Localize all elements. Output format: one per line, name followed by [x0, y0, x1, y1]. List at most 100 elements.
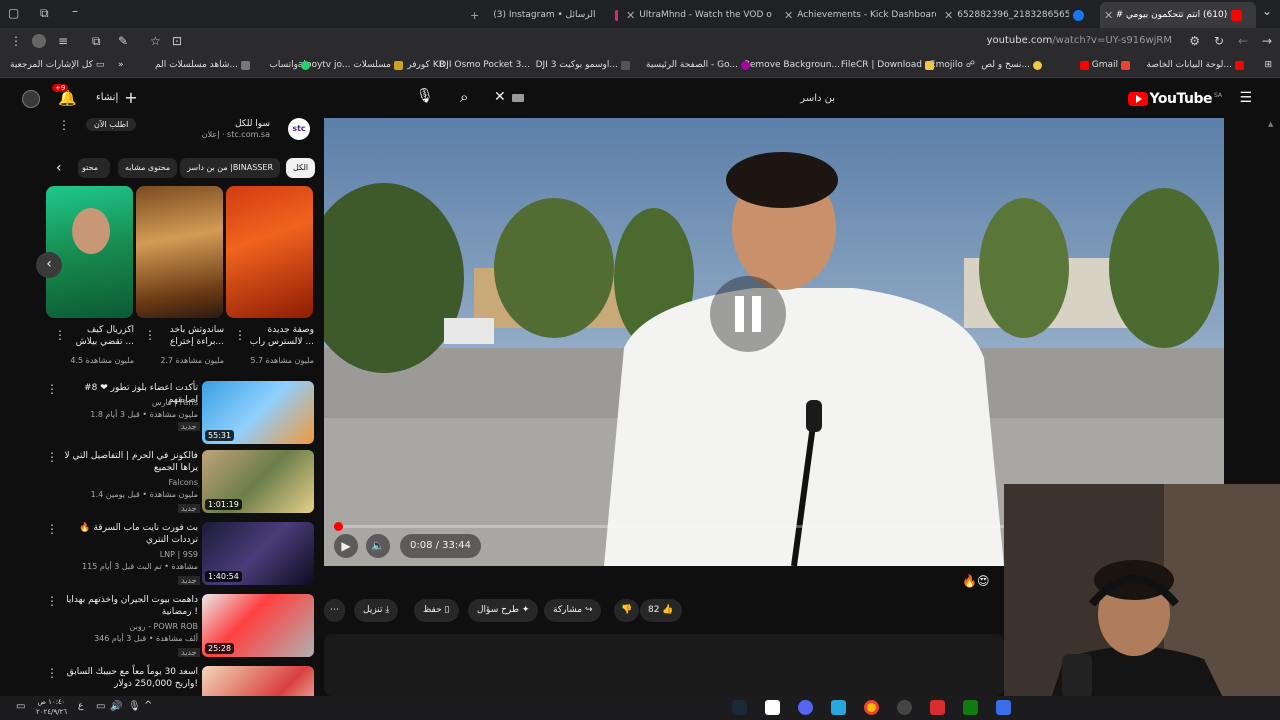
- obs-icon[interactable]: [897, 700, 912, 715]
- related-video[interactable]: 55:31 #8 ❤ تأكدت اعضاء بلوز تطور اصابقهم…: [44, 380, 316, 448]
- puzzle-icon[interactable]: ✎: [118, 34, 128, 48]
- clock[interactable]: ١٠:٤٠ ص ٢٠٢٤/٩/٢٦: [36, 697, 67, 717]
- more-options-icon[interactable]: ⋮: [234, 328, 246, 342]
- tab-facebook[interactable]: ✕ 652882396_218328656581346: [940, 2, 1096, 28]
- bookmark-item[interactable]: نسخ و لص...: [981, 60, 1042, 70]
- new-tab-icon[interactable]: +: [470, 9, 479, 22]
- description-box[interactable]: [324, 634, 1004, 696]
- close-tab-icon[interactable]: ✕: [1104, 9, 1113, 22]
- network-icon[interactable]: ▭: [96, 701, 105, 712]
- progress-bar[interactable]: [334, 522, 1004, 531]
- youtube-logo[interactable]: YouTube SA: [1127, 91, 1222, 107]
- avatar[interactable]: [32, 34, 46, 48]
- all-bookmarks[interactable]: كل الإشارات المرجعية ▭: [10, 60, 104, 70]
- tab-youtube[interactable]: ✕ (610) انتم تتحكمون بيومي #3: [1100, 2, 1256, 28]
- more-options-icon[interactable]: ⋮: [46, 522, 58, 536]
- bookmark-item[interactable]: واتساب: [269, 60, 310, 70]
- page-scrollbar[interactable]: ▲: [1268, 118, 1276, 696]
- scroll-up-icon[interactable]: ▲: [1268, 120, 1273, 128]
- language-indicator[interactable]: ع: [78, 701, 83, 711]
- back-icon[interactable]: →: [1262, 34, 1272, 48]
- chevron-down-icon[interactable]: ⌄: [1262, 4, 1272, 18]
- related-video[interactable]: اسعد 30 يوماً معاً مع حبيبك السابق واربح…: [44, 664, 316, 696]
- forward-icon[interactable]: ←: [1238, 34, 1248, 48]
- save-button[interactable]: حفظ ▯: [414, 599, 459, 622]
- app-icon[interactable]: [930, 700, 945, 715]
- bookmark-item[interactable]: لوحة البيانات الخاصة...: [1147, 60, 1244, 70]
- related-video[interactable]: 1:40:54 بث فورت نايت ماب السرقة 🔥 ترددات…: [44, 520, 316, 592]
- more-options-icon[interactable]: ⋮: [144, 328, 156, 342]
- bookmark-item[interactable]: Gmail: [1079, 60, 1130, 70]
- bookmark-item[interactable]: DJI Osmo Pocket 3...: [439, 60, 530, 70]
- discord-icon[interactable]: [798, 700, 813, 715]
- install-icon[interactable]: ⊡: [172, 34, 182, 48]
- share-button[interactable]: مشاركة ↪: [544, 599, 602, 622]
- bookmark-item[interactable]: DJI اوسمو بوكيت 3...: [536, 60, 630, 70]
- search-icon[interactable]: ⌕: [460, 88, 468, 106]
- more-options-icon[interactable]: ⋮: [54, 328, 66, 342]
- chip-all[interactable]: الكل: [286, 158, 316, 178]
- bookmark-item[interactable]: alooytv jo... مسلسلات: [298, 60, 403, 70]
- bookmark-item[interactable]: كورفر KR: [407, 60, 445, 70]
- bookmark-item[interactable]: Remove Backgroun...: [744, 60, 840, 70]
- chip-channel[interactable]: من بن داسر |BINASSER: [180, 158, 280, 178]
- download-button[interactable]: تنزيل ⤓: [354, 599, 399, 622]
- mic-tray-icon[interactable]: 🎙: [128, 701, 141, 712]
- tab-instagram[interactable]: + (3) Instagram • الرسائل: [466, 2, 618, 28]
- facebook-app-icon[interactable]: [831, 700, 846, 715]
- apps-icon[interactable]: ⊞: [1264, 60, 1272, 70]
- more-options-icon[interactable]: ⋮: [46, 594, 58, 608]
- dislike-button[interactable]: 👎: [614, 599, 640, 622]
- keyboard-icon[interactable]: [512, 94, 524, 102]
- url-field[interactable]: youtube.com/watch?v=UY-s916wjRM: [987, 35, 1172, 46]
- tab-search-icon[interactable]: ⧉: [40, 6, 49, 21]
- chrome-icon[interactable]: [864, 700, 879, 715]
- related-video[interactable]: 1:01:19 فالكونز في الحرم | التفاصيل التي…: [44, 448, 316, 520]
- progress-scrubber[interactable]: [334, 522, 343, 531]
- short-thumbnail[interactable]: [136, 186, 223, 318]
- xbox-icon[interactable]: [963, 700, 978, 715]
- chip-related[interactable]: محتوى مشابه: [118, 158, 178, 178]
- short-thumbnail[interactable]: [46, 186, 133, 318]
- steam-icon[interactable]: [732, 700, 747, 715]
- bookmark-item[interactable]: شاهد مسلسلات الم...: [155, 60, 250, 70]
- short-thumbnail[interactable]: [226, 186, 313, 318]
- more-bookmarks-icon[interactable]: »: [118, 60, 124, 70]
- close-tab-icon[interactable]: ✕: [784, 9, 793, 22]
- notifications-button[interactable]: 🔔 +9: [52, 84, 77, 107]
- app-icon[interactable]: [996, 700, 1011, 715]
- bookmark-item[interactable]: Emojilo ☍: [930, 60, 975, 70]
- mic-icon[interactable]: 🎙: [416, 88, 434, 104]
- menu-icon[interactable]: ⋮: [10, 34, 22, 48]
- search-input[interactable]: بن داسر: [505, 88, 845, 110]
- notifications-icon[interactable]: ▭: [16, 701, 25, 712]
- chevron-left-icon[interactable]: ‹: [36, 252, 62, 278]
- tray-overflow-icon[interactable]: ^: [144, 700, 152, 711]
- more-options-icon[interactable]: ⋮: [46, 450, 58, 464]
- close-tab-icon[interactable]: ✕: [944, 9, 953, 22]
- ask-button[interactable]: طرح سؤال ✦: [468, 599, 539, 622]
- hamburger-menu-icon[interactable]: ☰: [1239, 90, 1252, 106]
- speaker-icon[interactable]: 🔊: [110, 701, 122, 712]
- create-button[interactable]: إنشاء +: [96, 88, 138, 107]
- site-settings-icon[interactable]: ⚙: [1189, 34, 1200, 48]
- extensions-icon[interactable]: ≡: [58, 34, 68, 48]
- play-button[interactable]: ▶: [334, 534, 358, 558]
- star-icon[interactable]: ☆: [150, 34, 161, 48]
- clear-search-icon[interactable]: ✕: [494, 89, 506, 105]
- bookmark-item[interactable]: FileCR | Download: [841, 60, 934, 70]
- close-tab-icon[interactable]: ✕: [626, 9, 635, 22]
- related-video[interactable]: 25:28 داهمت بيوت الجيران واخذتهم بهدايا …: [44, 592, 316, 664]
- reload-icon[interactable]: ↻: [1214, 34, 1224, 48]
- sync-icon[interactable]: ⧉: [92, 34, 101, 49]
- minimize-icon[interactable]: –: [72, 4, 78, 18]
- window-menu-icon[interactable]: ▢: [8, 6, 19, 20]
- more-options-icon[interactable]: ⋮: [46, 382, 58, 396]
- volume-icon[interactable]: 🔈: [366, 534, 390, 558]
- chip-more[interactable]: محتو: [78, 158, 110, 178]
- more-options-icon[interactable]: ⋮: [46, 666, 58, 680]
- ad-card[interactable]: stc سوا للكل إعلان · stc.com.sa اطلب الآ…: [44, 118, 314, 148]
- like-button[interactable]: 82 👍: [648, 605, 674, 615]
- tab-kick-dashboard[interactable]: ✕ Achievements - Kick Dashboard: [780, 2, 936, 28]
- tab-kick-vod[interactable]: ✕ UltraMhnd - Watch the VOD o: [622, 2, 776, 28]
